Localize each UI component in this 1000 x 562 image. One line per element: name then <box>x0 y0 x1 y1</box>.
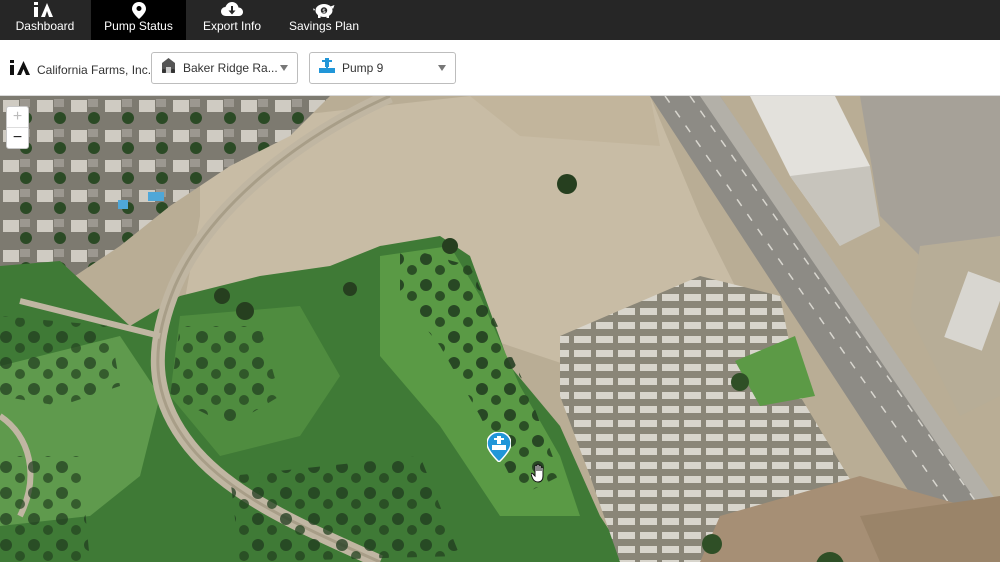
satellite-imagery <box>0 96 1000 562</box>
zoom-in-button[interactable]: + <box>7 107 28 128</box>
svg-text:$: $ <box>322 7 326 14</box>
filter-toolbar: California Farms, Inc. Baker Ridge Ra...… <box>0 40 1000 96</box>
cloud-download-icon <box>220 1 244 19</box>
nav-dashboard-label: Dashboard <box>15 19 75 33</box>
satellite-map[interactable]: + − <box>0 96 1000 562</box>
nav-dashboard[interactable]: Dashboard <box>0 0 90 40</box>
org-name: California Farms, Inc. <box>37 63 152 77</box>
pump-location-pin-icon[interactable] <box>486 431 512 464</box>
nav-savings-plan-label: Savings Plan <box>288 19 360 33</box>
zoom-control: + − <box>6 106 29 149</box>
chevron-down-icon <box>280 65 288 71</box>
map-pin-icon <box>127 1 151 19</box>
nav-savings-plan[interactable]: $ Savings Plan <box>283 0 365 40</box>
top-nav: Dashboard Pump Status Export Info $ Savi… <box>0 0 1000 40</box>
pump-select[interactable]: Pump 9 <box>309 52 456 84</box>
pump-select-value: Pump 9 <box>342 61 384 75</box>
piggy-bank-icon: $ <box>312 1 336 19</box>
chevron-down-icon <box>438 65 446 71</box>
ranch-farm-icon <box>160 57 177 79</box>
ranch-select-value: Baker Ridge Ra... <box>183 61 278 75</box>
nav-pump-status-label: Pump Status <box>104 19 173 33</box>
organization: California Farms, Inc. <box>9 59 151 81</box>
ranch-select[interactable]: Baker Ridge Ra... <box>151 52 298 84</box>
nav-export-info-label: Export Info <box>202 19 262 33</box>
nav-export-info[interactable]: Export Info <box>191 0 273 40</box>
logo-icon <box>33 1 57 19</box>
pump-icon <box>318 57 336 79</box>
nav-pump-status[interactable]: Pump Status <box>91 0 186 40</box>
org-logo-icon <box>9 59 33 81</box>
hand-cursor-icon <box>530 463 549 483</box>
zoom-out-button[interactable]: − <box>7 128 28 148</box>
